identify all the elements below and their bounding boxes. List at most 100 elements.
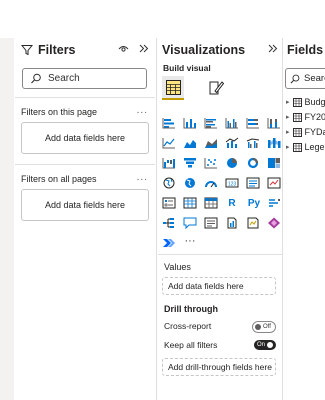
field-table-item[interactable]: ▸ FYDates <box>286 127 325 137</box>
cross-report-state: Off <box>263 324 271 330</box>
fields-search-input[interactable]: Search <box>285 68 325 89</box>
eye-icon[interactable] <box>118 43 129 54</box>
ribbon-chart-icon[interactable] <box>267 137 281 149</box>
field-table-item[interactable]: ▸ FY2021 <box>286 112 325 122</box>
stacked-bar-chart-icon[interactable] <box>162 117 176 129</box>
funnel-chart-icon[interactable] <box>183 157 197 169</box>
r-visual-icon[interactable]: R <box>225 197 239 209</box>
field-table-item[interactable]: ▸ Budget <box>286 97 325 107</box>
card-icon[interactable]: 123 <box>225 177 239 189</box>
filters-on-all-pages-well[interactable]: Add data fields here <box>21 189 149 221</box>
line-and-clustered-column-chart-icon[interactable] <box>246 137 260 149</box>
waterfall-chart-icon[interactable] <box>162 157 176 169</box>
filters-on-this-page-well[interactable]: Add data fields here <box>21 122 149 154</box>
field-table-item[interactable]: ▸ Legend <box>286 142 325 152</box>
toggle-knob <box>267 342 274 348</box>
donut-chart-icon[interactable] <box>246 157 260 169</box>
filters-title: Filters <box>38 43 76 57</box>
filters-header: Filters <box>21 43 76 57</box>
values-well[interactable]: Add data fields here <box>162 277 276 295</box>
line-and-stacked-column-chart-icon[interactable] <box>225 137 239 149</box>
key-influencers-icon[interactable] <box>267 197 281 209</box>
metrics-icon[interactable] <box>246 217 260 229</box>
filled-map-icon[interactable] <box>183 177 197 189</box>
100-stacked-column-chart-icon[interactable] <box>267 117 281 129</box>
pane-divider <box>282 38 283 400</box>
multi-row-card-icon[interactable] <box>246 177 260 189</box>
filters-on-all-pages-label: Filters on all pages <box>21 174 97 184</box>
smart-narrative-icon[interactable] <box>204 217 218 229</box>
format-paintbrush-icon <box>209 80 224 94</box>
values-label: Values <box>164 262 191 272</box>
cross-report-toggle[interactable]: Off <box>252 321 276 333</box>
search-icon <box>290 74 300 83</box>
drill-through-label: Drill through <box>164 304 218 314</box>
clustered-column-chart-icon[interactable] <box>225 117 239 129</box>
filters-on-all-pages-more[interactable]: ... <box>137 172 148 183</box>
keep-all-filters-toggle[interactable]: On <box>254 340 276 350</box>
100-stacked-bar-chart-icon[interactable] <box>246 117 260 129</box>
qa-visual-icon[interactable] <box>183 217 197 229</box>
line-chart-icon[interactable] <box>162 137 176 149</box>
table-icon <box>292 127 302 137</box>
keep-all-filters-state: On <box>257 342 266 348</box>
fields-search-placeholder: Search <box>304 73 325 84</box>
chevron-right-icon: ▸ <box>286 114 290 121</box>
gauge-icon[interactable] <box>204 177 218 189</box>
filters-header-actions <box>118 43 149 54</box>
area-chart-icon[interactable] <box>183 137 197 149</box>
fields-title: Fields <box>287 43 324 57</box>
svg-text:123: 123 <box>228 182 237 188</box>
keep-all-filters-label: Keep all filters <box>164 340 218 350</box>
search-icon <box>31 73 41 84</box>
chevron-right-icon: ▸ <box>286 99 290 106</box>
power-automate-icon[interactable] <box>162 237 176 249</box>
visualizations-pane: Visualizations Build visual 123 R Py ···… <box>158 38 282 400</box>
cross-report-label: Cross-report <box>164 321 212 331</box>
field-table-name: Legend <box>304 142 325 152</box>
clustered-bar-chart-icon[interactable] <box>204 117 218 129</box>
filters-pane: Filters Search Filters on this page ... … <box>15 38 155 400</box>
drill-through-well[interactable]: Add drill-through fields here <box>162 358 276 376</box>
more-visuals-button[interactable]: ··· <box>183 235 197 247</box>
treemap-icon[interactable] <box>267 157 281 169</box>
python-visual-icon[interactable]: Py <box>246 197 262 209</box>
paginated-report-icon[interactable] <box>225 217 239 229</box>
kpi-icon[interactable] <box>267 177 281 189</box>
tab-format-visual[interactable] <box>205 76 227 98</box>
filters-divider <box>15 97 155 98</box>
viz-divider <box>158 254 282 255</box>
toggle-knob <box>255 324 261 330</box>
pie-chart-icon[interactable] <box>225 157 239 169</box>
top-strip <box>0 0 325 38</box>
filters-on-this-page-more[interactable]: ... <box>137 105 148 116</box>
collapse-visualizations-icon[interactable] <box>267 43 278 54</box>
power-apps-icon[interactable] <box>267 217 281 229</box>
matrix-icon[interactable] <box>204 197 218 209</box>
filter-icon <box>21 45 33 56</box>
slicer-icon[interactable] <box>162 197 176 209</box>
collapse-filters-icon[interactable] <box>138 43 149 54</box>
chevron-right-icon: ▸ <box>286 129 290 136</box>
map-icon[interactable] <box>162 177 176 189</box>
scatter-chart-icon[interactable] <box>204 157 218 169</box>
field-table-name: FY2021 <box>304 112 325 122</box>
chevron-right-icon: ▸ <box>286 144 290 151</box>
filters-search-placeholder: Search <box>48 73 80 84</box>
decomposition-tree-icon[interactable] <box>162 217 176 229</box>
pane-divider <box>156 38 157 400</box>
build-visual-label: Build visual <box>163 63 211 73</box>
table-icon <box>292 142 302 152</box>
table-grid-icon <box>165 79 181 95</box>
fields-pane: Fields Search ▸ Budget ▸ FY2021 ▸ FYDate… <box>284 38 325 400</box>
table-icon <box>292 97 302 107</box>
visualizations-title: Visualizations <box>162 43 246 57</box>
table-visual-icon[interactable] <box>183 197 197 209</box>
stacked-area-chart-icon[interactable] <box>204 137 218 149</box>
tab-build-visual[interactable] <box>162 76 184 100</box>
table-icon <box>292 112 302 122</box>
left-gutter <box>0 38 14 400</box>
filters-search-input[interactable]: Search <box>22 68 147 89</box>
stacked-column-chart-icon[interactable] <box>183 117 197 129</box>
field-table-name: Budget <box>304 97 325 107</box>
